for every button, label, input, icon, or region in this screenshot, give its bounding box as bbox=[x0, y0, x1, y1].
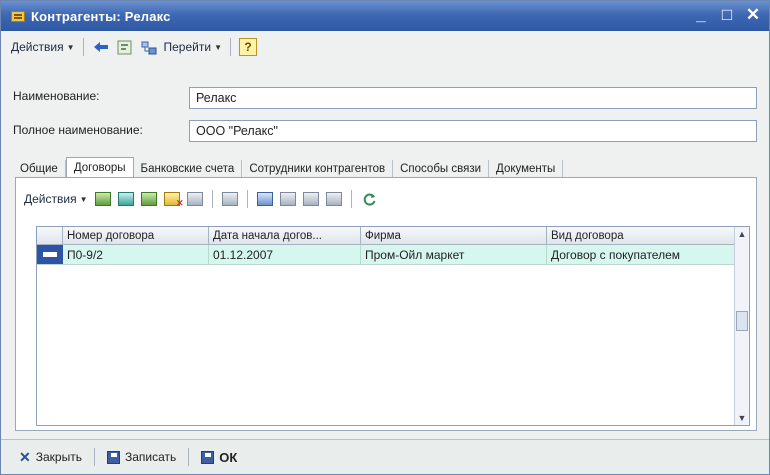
column-header[interactable]: Дата начала догов... bbox=[209, 227, 361, 244]
catalog-icon bbox=[11, 10, 25, 22]
window-controls: _ □ ✕ bbox=[693, 5, 761, 25]
row-marker-icon bbox=[37, 245, 63, 264]
window-title: Контрагенты: Релакс bbox=[31, 8, 171, 24]
save-button[interactable]: Записать bbox=[106, 450, 177, 464]
toolbar-separator bbox=[229, 38, 231, 56]
marker-column-header bbox=[37, 227, 63, 244]
move-icon[interactable] bbox=[221, 192, 238, 206]
add-group-icon[interactable] bbox=[117, 192, 134, 206]
goto-menu-label: Перейти bbox=[163, 40, 212, 54]
filter-list-icon[interactable] bbox=[302, 192, 319, 206]
edit-icon[interactable] bbox=[186, 192, 203, 206]
add-icon[interactable] bbox=[94, 192, 111, 206]
tab-contact-methods[interactable]: Способы связи bbox=[393, 160, 490, 178]
help-button[interactable]: ? bbox=[238, 38, 257, 56]
column-header[interactable]: Вид договора bbox=[547, 227, 735, 244]
chevron-down-icon: ▼ bbox=[214, 42, 222, 52]
name-label: Наименование: bbox=[13, 89, 100, 103]
contract-number-cell[interactable]: П0-9/2 bbox=[63, 245, 209, 264]
toolbar-separator bbox=[211, 190, 213, 208]
contract-date-cell[interactable]: 01.12.2007 bbox=[209, 245, 361, 264]
tab-employees[interactable]: Сотрудники контрагентов bbox=[242, 160, 394, 178]
footer-bar: ✕ Закрыть Записать ОК bbox=[1, 439, 769, 474]
firm-cell[interactable]: Пром-Ойл маркет bbox=[361, 245, 547, 264]
toolbar-separator bbox=[82, 38, 84, 56]
name-row: Наименование: bbox=[13, 89, 100, 103]
goto-menu[interactable]: Перейти ▼ bbox=[164, 40, 222, 54]
filter-icon[interactable] bbox=[279, 192, 296, 206]
full-name-row: Полное наименование: bbox=[13, 123, 143, 137]
full-name-field[interactable]: ООО "Релакс" bbox=[189, 120, 757, 142]
contractor-window: Контрагенты: Релакс _ □ ✕ Действия ▼ Пер… bbox=[0, 0, 770, 475]
back-arrow-icon[interactable] bbox=[92, 38, 110, 56]
tab-documents[interactable]: Документы bbox=[489, 160, 564, 178]
footer-separator bbox=[93, 448, 95, 466]
save-and-close-icon bbox=[201, 450, 215, 464]
save-button-label: Записать bbox=[124, 450, 177, 464]
actions-menu-label: Действия bbox=[11, 40, 64, 54]
title-bar[interactable]: Контрагенты: Релакс _ □ ✕ bbox=[1, 1, 769, 31]
table-header: Номер договора Дата начала догов... Фирм… bbox=[37, 227, 735, 245]
close-icon: ✕ bbox=[19, 448, 31, 465]
contracts-actions-label: Действия bbox=[24, 192, 77, 206]
table-row[interactable]: П0-9/2 01.12.2007 Пром-Ойл маркет Догово… bbox=[37, 245, 735, 265]
contracts-panel: Действия ▼ Номер договора Да bbox=[15, 177, 757, 431]
toolbar-separator bbox=[350, 190, 352, 208]
contracts-toolbar: Действия ▼ bbox=[24, 186, 379, 212]
save-disk-icon bbox=[106, 450, 120, 464]
minimize-button[interactable]: _ bbox=[693, 5, 709, 25]
tab-strip: Общие Договоры Банковские счета Сотрудни… bbox=[13, 156, 564, 178]
delete-icon[interactable] bbox=[163, 192, 183, 209]
sort-icon[interactable] bbox=[256, 192, 273, 206]
clear-filter-icon[interactable] bbox=[325, 192, 342, 206]
ok-button[interactable]: ОК bbox=[201, 450, 237, 465]
structure-icon[interactable] bbox=[116, 38, 134, 56]
refresh-icon[interactable] bbox=[361, 190, 379, 208]
column-header[interactable]: Номер договора bbox=[63, 227, 209, 244]
scroll-up-icon[interactable]: ▲ bbox=[735, 227, 749, 241]
main-toolbar: Действия ▼ Перейти ▼ ? bbox=[3, 34, 767, 60]
maximize-button[interactable]: □ bbox=[719, 5, 735, 25]
actions-menu[interactable]: Действия ▼ bbox=[11, 40, 75, 54]
column-header[interactable]: Фирма bbox=[361, 227, 547, 244]
full-name-label: Полное наименование: bbox=[13, 123, 143, 137]
close-window-button[interactable]: ✕ bbox=[745, 5, 761, 25]
contract-type-cell[interactable]: Договор с покупателем bbox=[547, 245, 735, 264]
tab-contracts[interactable]: Договоры bbox=[65, 157, 134, 178]
tab-bank-accounts[interactable]: Банковские счета bbox=[134, 160, 243, 178]
chevron-down-icon: ▼ bbox=[79, 194, 88, 204]
tab-general[interactable]: Общие bbox=[13, 160, 66, 178]
chevron-down-icon: ▼ bbox=[66, 42, 75, 52]
contracts-table: Номер договора Дата начала догов... Фирм… bbox=[36, 226, 750, 426]
vertical-scrollbar[interactable]: ▲ ▼ bbox=[734, 227, 749, 425]
hierarchy-icon[interactable] bbox=[140, 38, 158, 56]
scroll-thumb[interactable] bbox=[736, 311, 748, 331]
ok-button-label: ОК bbox=[219, 449, 238, 465]
toolbar-separator bbox=[246, 190, 248, 208]
close-button-label: Закрыть bbox=[35, 450, 82, 464]
scroll-down-icon[interactable]: ▼ bbox=[735, 411, 749, 425]
footer-separator bbox=[188, 448, 190, 466]
contracts-actions-menu[interactable]: Действия ▼ bbox=[24, 192, 88, 206]
name-field[interactable]: Релакс bbox=[189, 87, 757, 109]
close-button[interactable]: ✕ Закрыть bbox=[19, 449, 82, 466]
copy-icon[interactable] bbox=[140, 192, 157, 206]
